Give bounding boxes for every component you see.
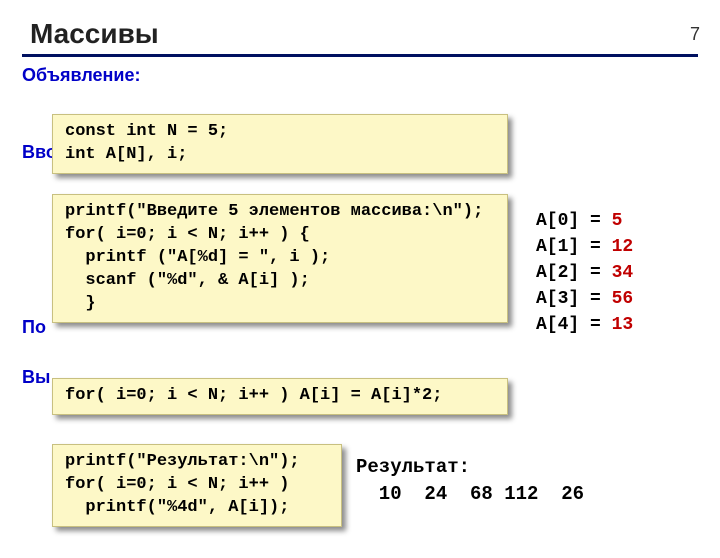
code-declaration: const int N = 5; int A[N], i; [52,114,508,174]
code-process: for( i=0; i < N; i++ ) A[i] = A[i]*2; [52,378,508,415]
io-key: A[0] = [536,211,601,231]
io-val: 56 [612,289,634,309]
io-key: A[4] = [536,315,601,335]
io-row: A[0] = 5 [536,208,633,234]
io-row: A[1] = 12 [536,234,633,260]
result-block: Результат: 10 24 68 112 26 [356,454,584,507]
io-key: A[1] = [536,237,601,257]
label-output: Вы [22,367,50,388]
io-row: A[4] = 13 [536,312,633,338]
result-label: Результат: [356,456,470,478]
io-row: A[3] = 56 [536,286,633,312]
title-rule: Массивы [22,18,698,57]
page-number: 7 [690,24,700,45]
code-input: printf("Введите 5 элементов массива:\n")… [52,194,508,323]
io-row: A[2] = 34 [536,260,633,286]
io-key: A[2] = [536,263,601,283]
label-declaration: Объявление: [22,65,720,86]
io-val: 13 [612,315,634,335]
sample-io: A[0] = 5 A[1] = 12 A[2] = 34 A[3] = 56 A… [536,208,633,338]
page-title: Массивы [30,18,698,50]
io-val: 12 [612,237,634,257]
io-val: 5 [612,211,623,231]
io-key: A[3] = [536,289,601,309]
io-val: 34 [612,263,634,283]
result-values: 10 24 68 112 26 [356,483,584,505]
code-output: printf("Результат:\n"); for( i=0; i < N;… [52,444,342,527]
label-process: По [22,317,46,338]
